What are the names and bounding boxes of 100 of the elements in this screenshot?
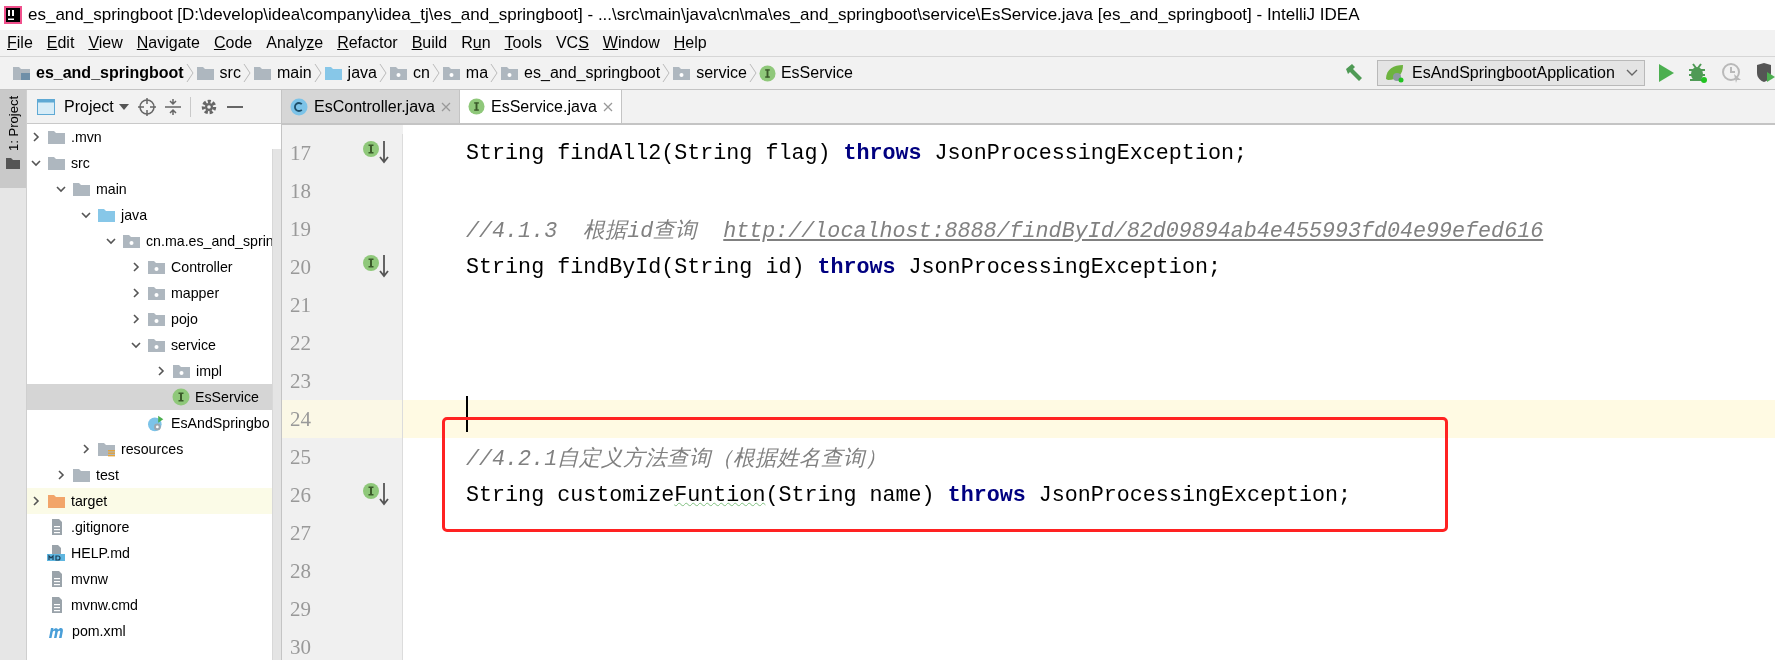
tree-item[interactable]: .gitignore <box>27 514 272 540</box>
tree-item[interactable]: HELP.md <box>27 540 272 566</box>
breadcrumb-item[interactable]: src <box>193 64 243 82</box>
menu-item[interactable]: File <box>0 30 40 56</box>
breadcrumb-separator-icon <box>748 62 757 84</box>
line-number: 21 <box>289 292 312 318</box>
tree-item[interactable]: impl <box>27 358 272 384</box>
package-folder-icon <box>388 65 408 81</box>
project-tool-tab[interactable]: 1: Project <box>0 90 26 188</box>
breadcrumb-item[interactable]: es_and_springboot <box>498 64 663 82</box>
menu-item[interactable]: Tools <box>497 30 549 56</box>
editor-tab[interactable]: EsService.java <box>459 90 622 123</box>
menu-item[interactable]: Navigate <box>129 30 207 56</box>
crosshair-icon[interactable] <box>137 97 156 116</box>
collapse-all-icon[interactable] <box>164 97 181 116</box>
menu-item[interactable]: Analyze <box>259 30 331 56</box>
source-folder-icon <box>323 65 343 81</box>
breadcrumb-item[interactable]: java <box>321 64 379 82</box>
tree-item[interactable]: service <box>27 332 272 358</box>
folder-icon <box>72 181 91 197</box>
code-line: //4.2.1自定义方法查询（根据姓名查询） <box>465 445 888 472</box>
package-folder-icon <box>500 65 520 81</box>
line-number: 26 <box>289 482 312 508</box>
breadcrumb-item[interactable]: ma <box>439 64 491 82</box>
folder-icon <box>47 493 66 509</box>
menu-item[interactable]: VCS <box>548 30 596 56</box>
tree-item[interactable]: pom.xml <box>27 618 272 644</box>
scrollbar[interactable] <box>272 149 281 660</box>
folder-icon <box>6 156 20 169</box>
menu-item[interactable]: Build <box>404 30 455 56</box>
tree-item[interactable]: test <box>27 462 272 488</box>
line-number: 28 <box>289 558 312 584</box>
coverage-icon[interactable] <box>1755 62 1775 84</box>
menu-item[interactable]: Refactor <box>330 30 405 56</box>
interface-icon <box>758 64 776 82</box>
breadcrumb-item[interactable]: cn <box>386 64 432 82</box>
tree-item[interactable]: target <box>27 488 272 514</box>
implemented-marker-icon[interactable] <box>362 140 390 166</box>
breadcrumb-separator-icon <box>490 62 499 84</box>
breadcrumb-separator-icon <box>662 62 671 84</box>
line-number: 23 <box>289 368 312 394</box>
menu-item[interactable]: View <box>81 30 130 56</box>
window-title: es_and_springboot [D:\develop\idea\company\idea_tj\es_and_springboot] - ...\src\main\java\cn\ma\es_and_springboot\service\EsService.java [es_and_springboot] - IntelliJ IDEA <box>28 5 1360 25</box>
text-caret <box>466 396 468 432</box>
breadcrumb-separator-icon <box>431 62 440 84</box>
settings-icon[interactable] <box>199 97 218 116</box>
code-line: //4.1.3 根据id查询 http://localhost:8888/findById/82d09894ab4e455993fd04e99efed616 <box>465 217 1544 244</box>
breadcrumb-item[interactable]: main <box>250 64 314 82</box>
menu-item[interactable]: Help <box>666 30 714 56</box>
menu-item[interactable]: Code <box>206 30 260 56</box>
line-number: 25 <box>289 444 312 470</box>
package-folder-icon <box>147 311 166 327</box>
run-configuration-dropdown[interactable]: EsAndSpringbootApplication <box>1377 60 1645 86</box>
implemented-marker-icon[interactable] <box>362 482 390 508</box>
hammer-icon[interactable] <box>1343 62 1365 84</box>
menu-item[interactable]: Edit <box>39 30 82 56</box>
folder-icon <box>252 65 272 81</box>
tree-item[interactable]: java <box>27 202 272 228</box>
breadcrumb-separator-icon <box>378 62 387 84</box>
breadcrumb-item[interactable]: es_and_springboot <box>10 64 186 82</box>
tree-item[interactable]: mvnw <box>27 566 272 592</box>
interface-icon <box>172 388 190 406</box>
implemented-marker-icon[interactable] <box>362 254 390 280</box>
code-line: String findAll2(String flag) throws JsonProcessingException; <box>465 140 1247 166</box>
line-number: 18 <box>289 178 312 204</box>
package-folder-icon <box>672 65 692 81</box>
tree-item[interactable]: EsService <box>27 384 272 410</box>
tree-item[interactable]: mapper <box>27 280 272 306</box>
close-icon[interactable] <box>602 101 613 112</box>
project-view-selector[interactable]: Project <box>64 97 129 116</box>
line-number: 27 <box>289 520 312 546</box>
code-line: String findById(String id) throws JsonProcessingException; <box>465 254 1221 280</box>
bug-icon[interactable] <box>1687 62 1709 84</box>
markdown-file-icon <box>47 544 66 562</box>
tree-item[interactable]: pojo <box>27 306 272 332</box>
tree-item[interactable]: mvnw.cmd <box>27 592 272 618</box>
package-folder-icon <box>441 65 461 81</box>
tree-item[interactable]: main <box>27 176 272 202</box>
folder-icon <box>12 65 31 81</box>
tree-item[interactable]: cn.ma.es_and_sprin <box>27 228 272 254</box>
line-number: 30 <box>289 634 312 660</box>
breadcrumb-item[interactable]: service <box>670 64 749 82</box>
menu-item[interactable]: Run <box>454 30 498 56</box>
package-folder-icon <box>122 233 141 249</box>
folder-icon <box>72 467 91 483</box>
menu-item[interactable]: Window <box>595 30 667 56</box>
tree-item[interactable]: resources <box>27 436 272 462</box>
folder-icon <box>47 155 66 171</box>
editor-tab[interactable]: EsController.java <box>282 90 460 123</box>
breadcrumb-item[interactable]: EsService <box>756 64 855 82</box>
tree-item[interactable]: src <box>27 150 272 176</box>
tree-item[interactable]: EsAndSpringbo <box>27 410 272 436</box>
dropdown-caret-icon <box>118 103 129 110</box>
tree-item[interactable]: .mvn <box>27 124 272 150</box>
tree-item[interactable]: Controller <box>27 254 272 280</box>
folder-icon <box>47 129 66 145</box>
package-folder-icon <box>147 285 166 301</box>
breadcrumb-separator-icon <box>185 62 194 84</box>
line-number: 24 <box>289 406 312 432</box>
package-folder-icon <box>172 363 191 379</box>
